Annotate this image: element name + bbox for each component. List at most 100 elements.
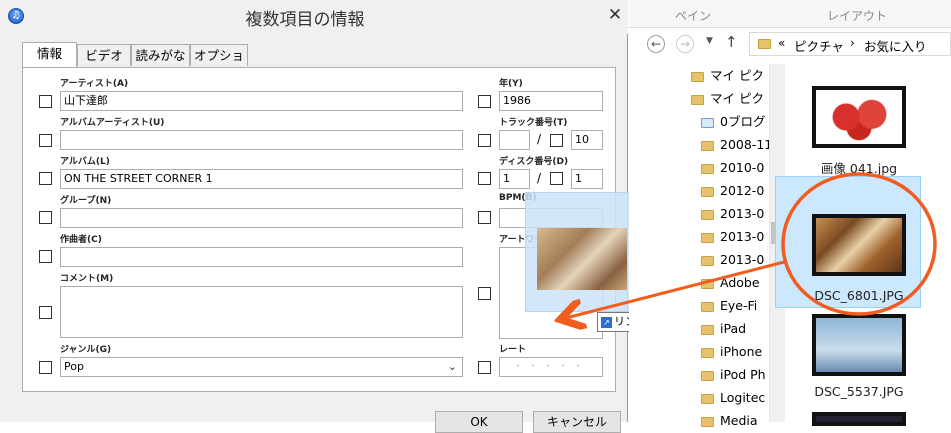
track-checkbox[interactable] <box>478 134 491 147</box>
tree-item-label: マイ ピクチャ <box>710 68 763 83</box>
dialog-title: 複数項目の情報 <box>245 10 365 30</box>
year-checkbox[interactable] <box>478 95 491 108</box>
tree-item[interactable]: 2008-11 <box>701 135 773 155</box>
tree-item[interactable]: iPhone <box>701 342 773 362</box>
tab-reading[interactable]: 読みがな <box>131 44 190 66</box>
folder-icon <box>701 209 714 220</box>
library-icon <box>701 117 714 128</box>
up-arrow-icon[interactable]: ↑ <box>725 33 738 51</box>
close-icon[interactable]: ✕ <box>604 4 626 26</box>
tree-item[interactable]: Logitec <box>701 388 773 408</box>
album-checkbox[interactable] <box>39 172 52 185</box>
file-name[interactable]: DSC_6801.JPG <box>794 288 924 303</box>
disc-count-checkbox[interactable] <box>550 172 563 185</box>
rating-checkbox[interactable] <box>478 361 491 374</box>
tab-info[interactable]: 情報 <box>22 42 77 67</box>
forward-icon[interactable]: → <box>676 35 694 53</box>
tree-item-label: 2010-0 <box>720 160 765 175</box>
genre-checkbox[interactable] <box>39 361 52 374</box>
ribbon-tab-layout[interactable]: レイアウト <box>827 7 887 24</box>
file-thumbnail-bird[interactable] <box>812 314 906 376</box>
file-thumbnail-dsc-6801[interactable] <box>812 214 906 276</box>
year-label: 年(Y) <box>499 79 523 89</box>
genre-dropdown[interactable]: Pop ⌄ <box>60 357 463 377</box>
chevron-down-icon: ⌄ <box>447 360 457 373</box>
file-name[interactable]: 画像 041.jpg <box>794 158 924 177</box>
genre-value: Pop <box>64 360 84 373</box>
disc-checkbox[interactable] <box>478 172 491 185</box>
ok-button[interactable]: OK <box>435 411 523 433</box>
file-name[interactable]: DSC_5537.JPG <box>794 384 924 399</box>
group-label: グループ(N) <box>60 196 112 206</box>
artwork-checkbox[interactable] <box>478 287 491 300</box>
breadcrumb-favorites[interactable]: お気に入り <box>864 36 927 55</box>
ribbon: ペイン レイアウト <box>629 0 951 28</box>
tree-item-label: 2013-0 <box>720 206 765 221</box>
track-count-field[interactable]: 10 <box>571 130 603 150</box>
tree-item[interactable]: Adobe <box>701 273 773 293</box>
folder-icon <box>701 324 714 335</box>
comment-checkbox[interactable] <box>39 306 52 319</box>
composer-field[interactable] <box>60 247 463 267</box>
group-field[interactable] <box>60 208 463 228</box>
file-thumbnail-partial[interactable] <box>812 412 906 426</box>
track-number-field[interactable] <box>499 130 530 150</box>
tree-item[interactable]: 2013-0 <box>701 250 773 270</box>
tree-item[interactable]: iPad <box>701 319 773 339</box>
breadcrumb-pictures[interactable]: ピクチャ <box>794 36 844 55</box>
tree-item[interactable]: 2013-0 <box>701 227 773 247</box>
comment-label: コメント(M) <box>60 274 114 284</box>
album-artist-checkbox[interactable] <box>39 134 52 147</box>
folder-icon <box>701 140 714 151</box>
composer-checkbox[interactable] <box>39 250 52 263</box>
comment-field[interactable] <box>60 286 463 338</box>
link-arrow-icon: ↗ <box>601 317 612 328</box>
breadcrumb-separator: › <box>850 36 855 50</box>
tree-item[interactable]: Eye-Fi <box>701 296 773 316</box>
artist-checkbox[interactable] <box>39 95 52 108</box>
artist-field[interactable]: 山下達郎 <box>60 91 463 111</box>
back-icon[interactable]: ← <box>647 35 665 53</box>
tree-item[interactable]: 2013-0 <box>701 204 773 224</box>
rating-stars[interactable]: ・・・・・ <box>499 357 603 377</box>
track-label: トラック番号(T) <box>499 118 568 128</box>
disc-number-field[interactable]: 1 <box>499 169 530 189</box>
track-separator: / <box>537 132 542 146</box>
group-checkbox[interactable] <box>39 211 52 224</box>
folder-icon <box>701 255 714 266</box>
tree-item-label: 0ブログ <box>720 114 766 129</box>
album-field[interactable]: ON THE STREET CORNER 1 <box>60 169 463 189</box>
tree-item-label: Adobe <box>720 275 760 290</box>
tab-video[interactable]: ビデオ <box>77 44 131 66</box>
tree-item[interactable]: 2012-0 <box>701 181 773 201</box>
recent-locations-chevron-icon[interactable]: ▼ <box>706 36 713 46</box>
album-artist-field[interactable] <box>60 130 463 150</box>
folder-icon <box>701 186 714 197</box>
tree-item[interactable]: iPod Ph <box>701 365 773 385</box>
tree-item[interactable]: 0ブログ <box>701 112 773 132</box>
disc-count-field[interactable]: 1 <box>571 169 603 189</box>
bpm-checkbox[interactable] <box>478 211 491 224</box>
tree-item[interactable]: マイ ピクチャ <box>691 66 763 86</box>
album-artist-label: アルバムアーティスト(U) <box>60 118 165 128</box>
tree-item-label: iPod Ph <box>720 367 766 382</box>
year-field[interactable]: 1986 <box>499 91 603 111</box>
address-bar[interactable]: « ピクチャ › お気に入り <box>749 32 951 56</box>
disc-separator: / <box>537 171 542 185</box>
track-count-checkbox[interactable] <box>550 134 563 147</box>
folder-icon <box>701 163 714 174</box>
artist-label: アーティスト(A) <box>60 79 129 89</box>
file-thumbnail-strawberries[interactable] <box>812 86 906 148</box>
folder-icon <box>758 39 771 49</box>
folder-icon <box>701 278 714 289</box>
cancel-button[interactable]: キャンセル <box>533 411 621 433</box>
tree-item-label: マイ ピクチャ <box>710 91 763 106</box>
ribbon-tab-pane[interactable]: ペイン <box>675 7 711 24</box>
tab-options[interactable]: オプション <box>190 44 248 84</box>
tree-item-label: 2013-0 <box>720 229 765 244</box>
tree-item[interactable]: マイ ピクチャ <box>691 89 763 109</box>
tree-item[interactable]: 2010-0 <box>701 158 773 178</box>
folder-icon <box>701 347 714 358</box>
tree-item[interactable]: Media <box>701 411 773 431</box>
folder-icon <box>701 232 714 243</box>
